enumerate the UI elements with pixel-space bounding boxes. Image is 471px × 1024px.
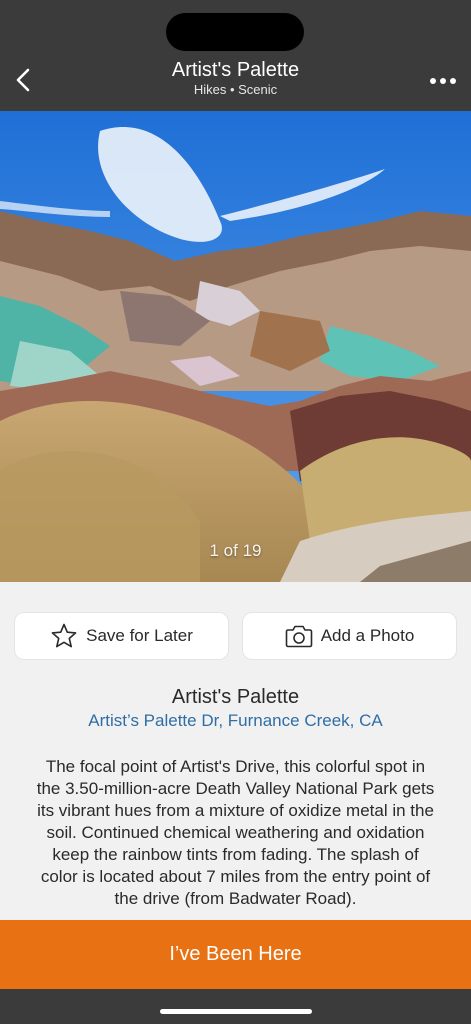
home-indicator[interactable] bbox=[160, 1009, 312, 1014]
more-horizontal-icon bbox=[450, 78, 456, 84]
place-name: Artist's Palette bbox=[171, 686, 300, 708]
header-title-group: Artist's Palette Hikes • Scenic bbox=[80, 58, 391, 98]
chevron-left-icon bbox=[16, 68, 30, 92]
home-indicator-area bbox=[0, 989, 471, 1024]
place-address-link[interactable]: Artist’s Palette Dr, Furnance Creek, CA bbox=[0, 711, 471, 731]
photo-counter: 1 of 19 bbox=[209, 541, 262, 560]
star-outline-icon bbox=[51, 623, 77, 648]
photo-gallery[interactable]: 1 of 19 bbox=[0, 111, 471, 582]
place-description: The focal point of Artist's Drive, this … bbox=[36, 757, 435, 908]
save-for-later-button[interactable]: Save for Later bbox=[15, 613, 228, 659]
more-horizontal-icon bbox=[440, 78, 446, 84]
camera-icon bbox=[285, 625, 313, 648]
page-title: Artist's Palette bbox=[171, 59, 300, 81]
action-buttons: Save for Later Add a Photo bbox=[15, 613, 456, 659]
landscape-photo bbox=[0, 111, 471, 582]
back-button[interactable] bbox=[8, 62, 38, 98]
add-photo-button[interactable]: Add a Photo bbox=[243, 613, 456, 659]
device-notch bbox=[166, 13, 304, 51]
page-subtitle: Hikes • Scenic bbox=[193, 82, 278, 97]
save-for-later-label: Save for Later bbox=[86, 626, 193, 645]
add-photo-label: Add a Photo bbox=[320, 626, 415, 645]
navigation-header: Artist's Palette Hikes • Scenic bbox=[0, 0, 471, 111]
been-here-button[interactable]: I’ve Been Here bbox=[0, 920, 471, 989]
more-horizontal-icon bbox=[430, 78, 436, 84]
more-options-button[interactable] bbox=[425, 68, 461, 94]
